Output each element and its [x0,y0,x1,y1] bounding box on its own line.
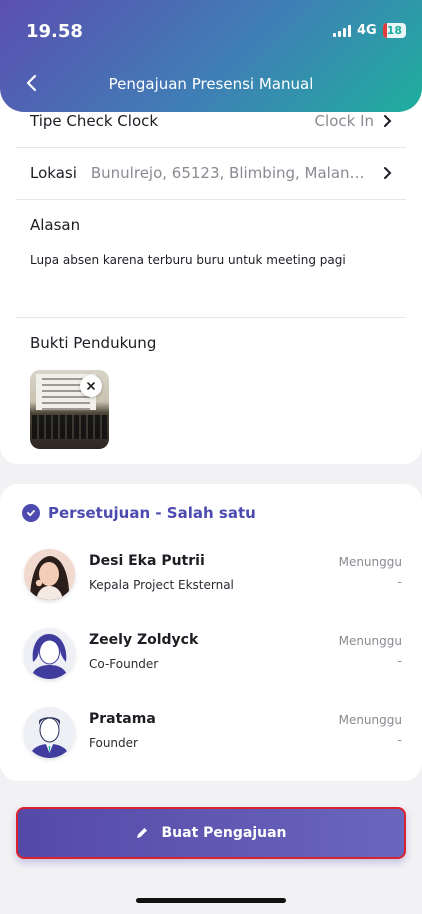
approver-status: Menunggu [338,634,402,648]
approval-card: Persetujuan - Salah satu Desi Eka Putrii… [0,484,422,781]
approval-header: Persetujuan - Salah satu [22,504,256,522]
clock-type-value: Clock In [314,112,374,130]
approver-role: Kepala Project Eksternal [89,578,234,592]
approver-date: - [397,733,402,747]
approver-date: - [397,654,402,668]
reason-label: Alasan [30,216,81,234]
home-indicator [136,898,286,903]
page-title: Pengajuan Presensi Manual [108,75,314,93]
approver-role: Founder [89,736,138,750]
divider [16,147,406,148]
approver-name: Zeely Zoldyck [89,632,199,648]
approver-row: Desi Eka Putrii Kepala Project Eksternal… [24,549,402,605]
chevron-right-icon [384,115,392,127]
chevron-right-icon [384,167,392,179]
avatar [24,628,75,679]
approver-row: Zeely Zoldyck Co-Founder Menunggu - [24,628,402,684]
approver-status: Menunggu [338,555,402,569]
clock-type-row[interactable]: Tipe Check Clock Clock In [30,112,392,130]
status-time: 19.58 [26,21,83,42]
check-icon [22,504,40,522]
approver-name: Pratama [89,711,156,727]
signal-icon [332,24,351,37]
submit-request-button[interactable]: Buat Pengajuan [16,807,406,859]
divider [16,199,406,200]
remove-attachment-button[interactable] [80,375,102,397]
location-label: Lokasi [30,164,77,182]
avatar [24,707,75,758]
avatar [24,549,75,600]
close-icon [87,382,95,390]
location-row[interactable]: Lokasi Bunulrejo, 65123, Blimbing, Malan… [30,164,392,182]
approver-name: Desi Eka Putrii [89,553,205,569]
clock-type-label: Tipe Check Clock [30,112,159,130]
approval-title: Persetujuan - Salah satu [48,504,256,522]
approver-row: Pratama Founder Menunggu - [24,707,402,763]
attachment-label: Bukti Pendukung [30,334,157,352]
approver-date: - [397,575,402,589]
submit-label: Buat Pengajuan [161,825,287,841]
form-card: Tipe Check Clock Clock In Lokasi Bunulre… [0,90,422,464]
app-header: 19.58 4G 18 Pengajuan Presensi Manual [0,0,422,112]
approver-status: Menunggu [338,713,402,727]
divider [16,317,406,318]
battery-indicator: 18 [382,23,406,38]
status-icons: 4G 18 [332,23,406,38]
location-value: Bunulrejo, 65123, Blimbing, Malang, East… [90,164,371,182]
pencil-icon [137,828,148,838]
network-type: 4G [356,23,377,38]
approver-role: Co-Founder [89,657,159,671]
reason-text[interactable]: Lupa absen karena terburu buru untuk mee… [30,253,346,267]
